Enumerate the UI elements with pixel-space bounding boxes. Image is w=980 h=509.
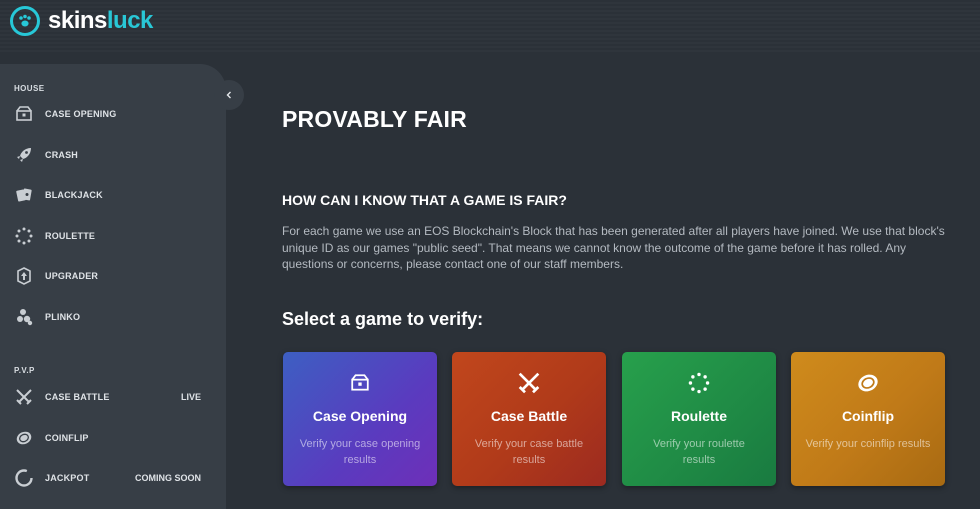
sidebar-item-label: JACKPOT [45,473,90,483]
logo[interactable]: skinsluck [10,6,153,36]
sidebar-item-label: CASE BATTLE [45,392,110,402]
card-description: Verify your roulette results [653,438,745,466]
card-description: Verify your coinflip results [805,438,931,450]
swords-icon [452,370,606,396]
cards-icon [14,185,34,205]
case-icon [14,104,34,124]
brand-name-accent: luck [106,7,154,34]
verify-roulette-card[interactable]: Roulette Verify your roulette results [622,352,776,486]
card-description: Verify your case battle results [474,438,584,466]
sidebar-item-blackjack[interactable]: BLACKJACK [0,181,226,209]
card-description: Verify your case opening results [299,438,421,466]
top-header: skinsluck [0,0,980,52]
card-title: Case Battle [490,408,568,424]
sidebar-item-label: CRASH [45,150,79,160]
sidebar-item-case-opening[interactable]: CASE OPENING [0,100,226,128]
chevron-left-icon [226,91,231,99]
swords-icon [14,387,34,407]
fairness-explanation: For each game we use an EOS Blockchain's… [282,224,945,271]
sidebar-item-roulette[interactable]: ROULETTE [0,222,226,250]
paw-logo-icon [10,6,40,36]
sidebar: HOUSE CASE OPENING CRASH BLACKJACK ROULE… [0,64,226,509]
verify-coinflip-card[interactable]: Coinflip Verify your coinflip results [791,352,945,486]
select-game-heading: Select a game to verify: [282,309,484,329]
coin-icon [14,428,34,448]
live-badge: LIVE [180,392,201,402]
brand-name-part: skins [48,7,107,34]
sidebar-item-plinko[interactable]: PLINKO [0,303,226,331]
verify-case-opening-card[interactable]: Case Opening Verify your case opening re… [283,352,437,486]
sidebar-item-coinflip[interactable]: COINFLIP [0,424,226,452]
verify-case-battle-card[interactable]: Case Battle Verify your case battle resu… [452,352,606,486]
sidebar-item-label: BLACKJACK [45,190,103,200]
coin-icon [791,370,945,396]
sidebar-item-label: COINFLIP [45,433,89,443]
sidebar-collapse-button[interactable] [214,80,244,110]
sidebar-item-label: ROULETTE [45,231,96,241]
sidebar-item-crash[interactable]: CRASH [0,141,226,169]
sidebar-item-jackpot[interactable]: JACKPOT COMING SOON [0,464,226,492]
jackpot-icon [14,468,34,488]
card-title: Coinflip [841,408,895,424]
coming-soon-badge: COMING SOON [134,473,201,483]
card-title: Case Opening [312,408,408,424]
sidebar-item-upgrader[interactable]: UPGRADER [0,262,226,290]
rocket-icon [14,145,34,165]
card-title: Roulette [671,408,727,424]
page-title: PROVABLY FAIR [282,106,467,132]
brand-name: skinsluck [48,7,153,35]
roulette-icon [14,226,34,246]
sidebar-item-label: PLINKO [45,312,81,322]
sidebar-section-house: HOUSE [14,84,45,93]
sidebar-section-pvp: P.V.P [14,366,35,375]
case-icon [283,370,437,396]
fairness-question-heading: HOW CAN I KNOW THAT A GAME IS FAIR? [282,192,567,208]
sidebar-item-label: CASE OPENING [45,109,117,119]
upgrade-icon [14,266,34,286]
roulette-icon [622,370,776,396]
sidebar-item-label: UPGRADER [45,271,99,281]
sidebar-item-case-battle[interactable]: CASE BATTLE LIVE [0,383,226,411]
plinko-icon [14,307,34,327]
